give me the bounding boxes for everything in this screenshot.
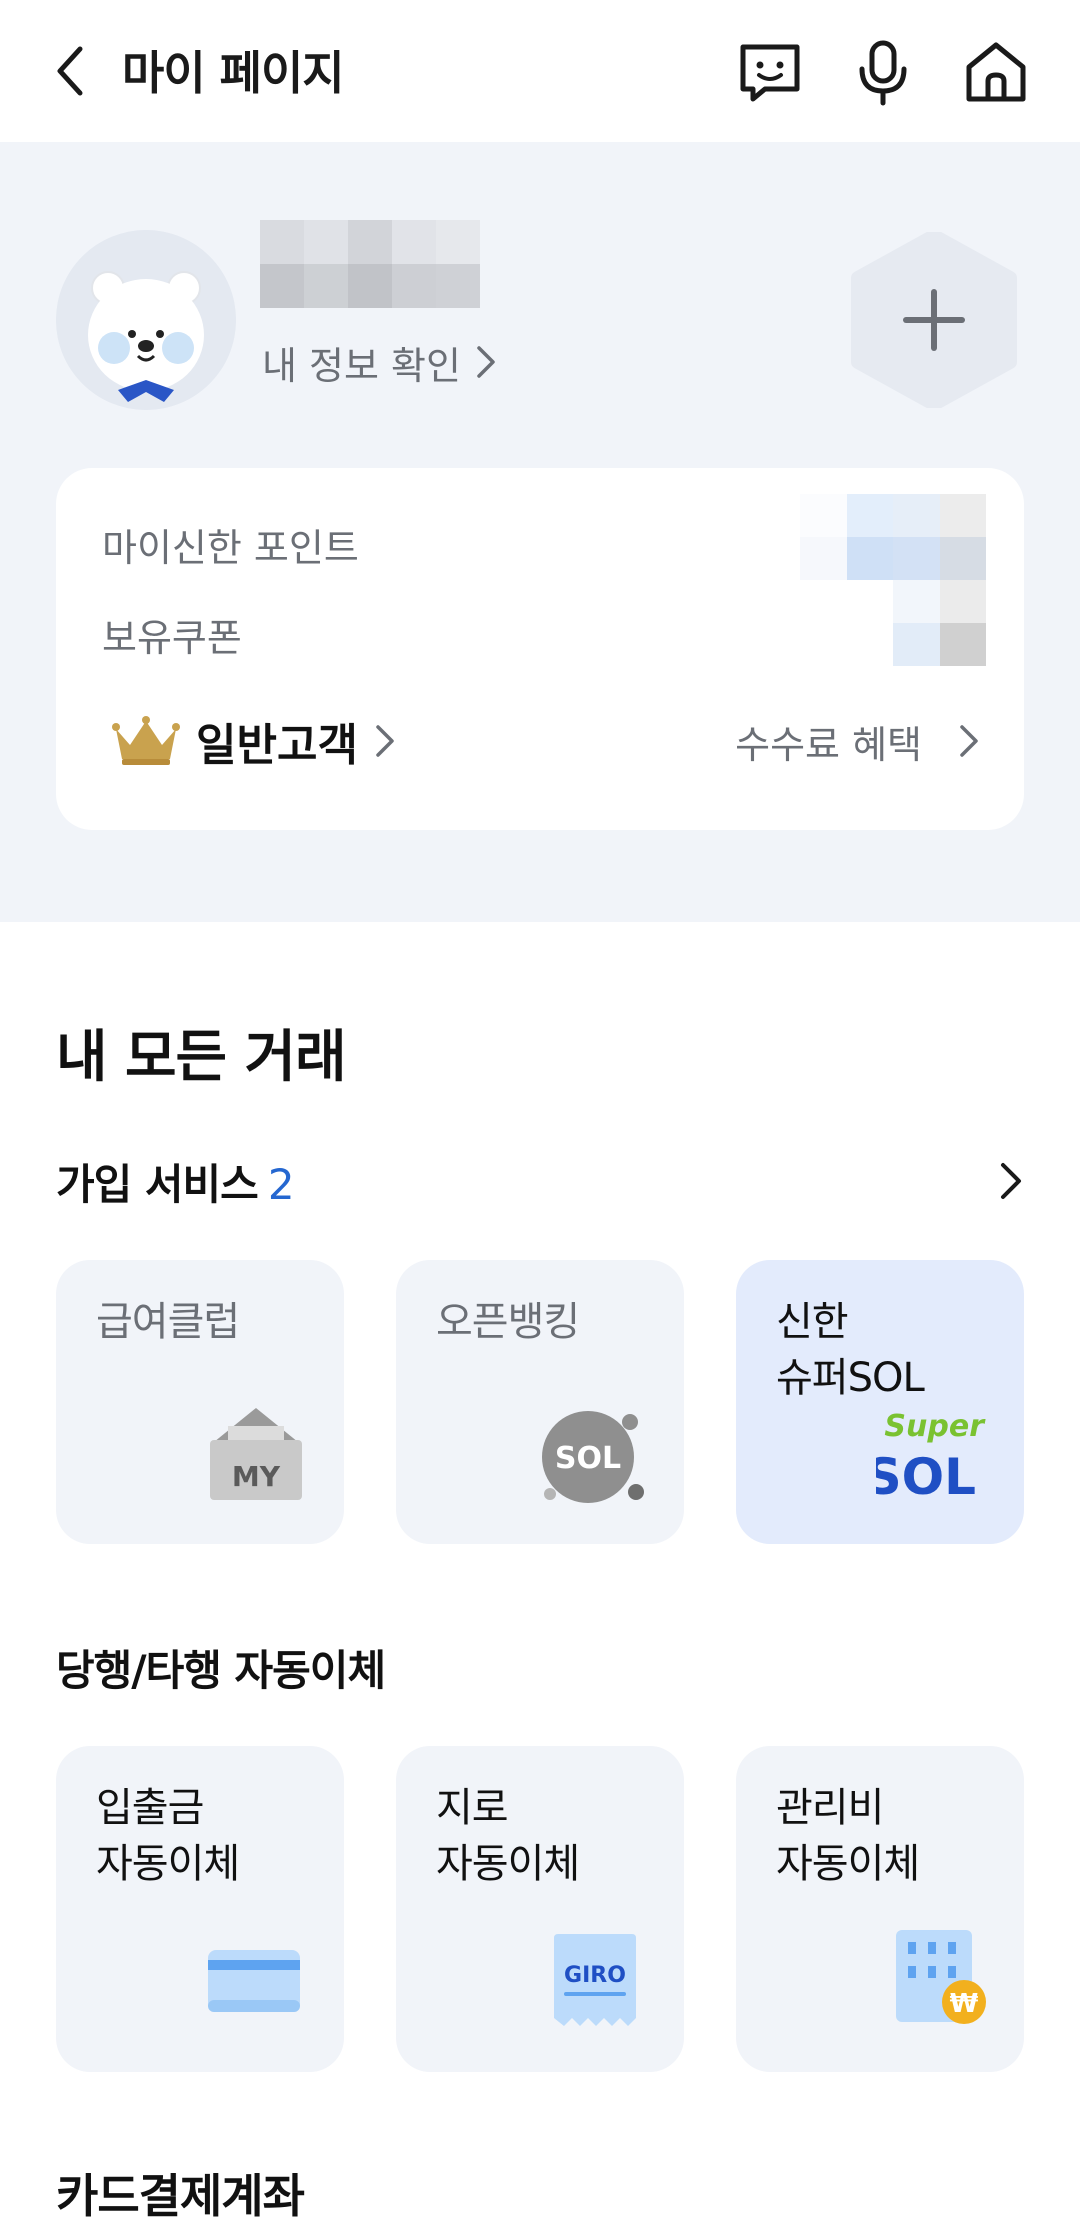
sol-coin-text: SOL (555, 1441, 621, 1476)
giro-receipt-text: GIRO (564, 1963, 626, 1988)
home-icon (966, 42, 1026, 102)
crown-icon (112, 716, 180, 765)
add-account-button[interactable] (850, 229, 1018, 411)
my-info-link[interactable]: 내 정보 확인 (262, 332, 497, 392)
super-sol-logo-bottom: SOL (876, 1448, 976, 1506)
tile-label: 지로 자동이체 (436, 1785, 580, 1887)
chevron-right-icon (376, 725, 394, 757)
back-icon (57, 46, 83, 96)
giro-receipt-icon: GIRO (554, 1934, 636, 2026)
section-title: 내 모든 거래 (56, 1025, 347, 1090)
coupons-label: 보유쿠폰 (102, 616, 242, 660)
tile-label: 입출금 자동이체 (96, 1785, 240, 1887)
tile-label: 급여클럽 (96, 1299, 240, 1345)
voice-button[interactable] (845, 34, 921, 110)
home-button[interactable] (958, 34, 1034, 110)
super-sol-logo-top: Super (884, 1409, 986, 1444)
mic-icon (859, 40, 907, 106)
joined-services-label: 가입 서비스 (56, 1159, 259, 1209)
chevron-right-icon (1001, 1163, 1021, 1199)
auto-transfer-title: 당행/타행 자동이체 (56, 1645, 386, 1695)
won-badge-text: ₩ (950, 1989, 979, 2019)
chatbot-button[interactable] (732, 34, 808, 110)
building-won-icon: ₩ (896, 1930, 986, 2024)
tile-label: 오픈뱅킹 (436, 1299, 580, 1345)
avatar[interactable] (56, 230, 236, 410)
joined-services-header[interactable]: 가입 서비스 2 (56, 1146, 1024, 1216)
sol-coin-icon: SOL (542, 1411, 644, 1503)
my-envelope-text: MY (232, 1460, 281, 1493)
user-name-masked (260, 220, 480, 308)
fee-benefit-label: 수수료 혜택 (735, 722, 922, 767)
fee-benefit-link[interactable]: 수수료 혜택 (735, 706, 980, 776)
card-icon (208, 1950, 300, 2012)
grade-link[interactable]: 일반고객 (112, 706, 396, 776)
tile-giro-auto-transfer[interactable]: 지로 자동이체 GIRO (396, 1746, 684, 2072)
app-header: 마이 페이지 (0, 0, 1080, 142)
tile-super-sol[interactable]: 신한 슈퍼SOL Super SOL (736, 1260, 1024, 1544)
points-value-masked (800, 494, 986, 666)
back-button[interactable] (40, 36, 100, 106)
super-sol-logo-icon: Super SOL (876, 1409, 986, 1506)
tile-deposit-auto-transfer[interactable]: 입출금 자동이체 (56, 1746, 344, 2072)
grade-label: 일반고객 (196, 720, 358, 771)
page-title: 마이 페이지 (122, 46, 345, 100)
point-card: 마이신한 포인트 보유쿠폰 일반고객 수수료 혜택 (56, 468, 1024, 830)
auto-transfer-header: 당행/타행 자동이체 (56, 1632, 1024, 1702)
plus-icon (851, 229, 1017, 411)
tile-salary-club[interactable]: 급여클럽 MY (56, 1260, 344, 1544)
card-payment-account-title: 카드결제계좌 (56, 2169, 305, 2220)
chevron-right-icon (477, 346, 495, 378)
tile-label: 관리비 자동이체 (776, 1785, 920, 1887)
my-info-label: 내 정보 확인 (262, 343, 461, 388)
my-envelope-icon: MY (210, 1408, 302, 1500)
tile-label: 신한 슈퍼SOL (776, 1299, 925, 1401)
tile-open-banking[interactable]: 오픈뱅킹 SOL (396, 1260, 684, 1544)
bear-character-icon (56, 230, 236, 410)
chatbot-icon (740, 44, 800, 102)
joined-services-count: 2 (267, 1159, 295, 1209)
chevron-right-icon (960, 725, 978, 757)
joined-services-title: 가입 서비스 2 (56, 1151, 295, 1212)
tile-maintenance-fee-auto-transfer[interactable]: 관리비 자동이체 ₩ (736, 1746, 1024, 2072)
points-label: 마이신한 포인트 (102, 526, 359, 570)
profile-section: 내 정보 확인 마이신한 포인트 보유쿠폰 일반고객 수수료 혜택 (0, 142, 1080, 922)
